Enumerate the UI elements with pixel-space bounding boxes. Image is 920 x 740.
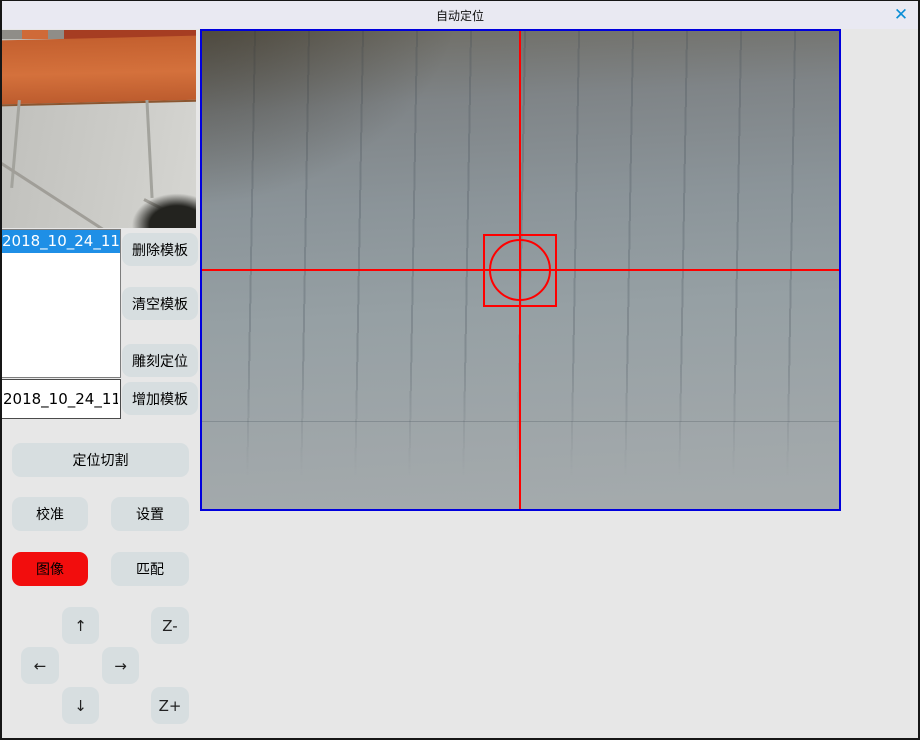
settings-button[interactable]: 设置 (111, 497, 189, 531)
calibrate-button[interactable]: 校准 (12, 497, 88, 531)
thumbnail-tile-line-middle (145, 100, 153, 198)
template-list-item[interactable]: 2018_10_24_11 (1, 230, 120, 253)
thumbnail-top-orange-patch (22, 30, 48, 39)
close-icon[interactable]: ✕ (889, 4, 913, 26)
auto-position-dialog: 自动定位 ✕ 2018_10_24_11 删除模板 清空模板 雕刻定位 增加模板… (0, 0, 920, 740)
jog-right-button[interactable]: → (102, 647, 139, 684)
clear-templates-button[interactable]: 清空模板 (122, 287, 198, 320)
target-circle-marker (489, 239, 551, 301)
z-minus-button[interactable]: Z- (151, 607, 189, 644)
jog-up-button[interactable]: ↑ (62, 607, 99, 644)
thumbnail-dark-object (127, 190, 196, 228)
thumbnail-tile-line-diag1 (2, 148, 115, 228)
template-list[interactable]: 2018_10_24_11 (0, 229, 121, 378)
title-bar: 自动定位 ✕ (1, 1, 919, 29)
engrave-position-button[interactable]: 雕刻定位 (122, 344, 198, 377)
image-button[interactable]: 图像 (12, 552, 88, 586)
dialog-title: 自动定位 (436, 7, 484, 24)
template-name-input[interactable] (0, 379, 121, 419)
thumbnail-orange-beam (2, 35, 196, 106)
add-template-button[interactable]: 增加模板 (122, 382, 198, 415)
position-cut-button[interactable]: 定位切割 (12, 443, 189, 477)
delete-template-button[interactable]: 删除模板 (122, 233, 198, 266)
z-plus-button[interactable]: Z+ (151, 687, 189, 724)
template-thumbnail (2, 30, 196, 228)
jog-left-button[interactable]: ← (21, 647, 59, 684)
camera-view[interactable] (200, 29, 841, 511)
jog-down-button[interactable]: ↓ (62, 687, 99, 724)
match-button[interactable]: 匹配 (111, 552, 189, 586)
